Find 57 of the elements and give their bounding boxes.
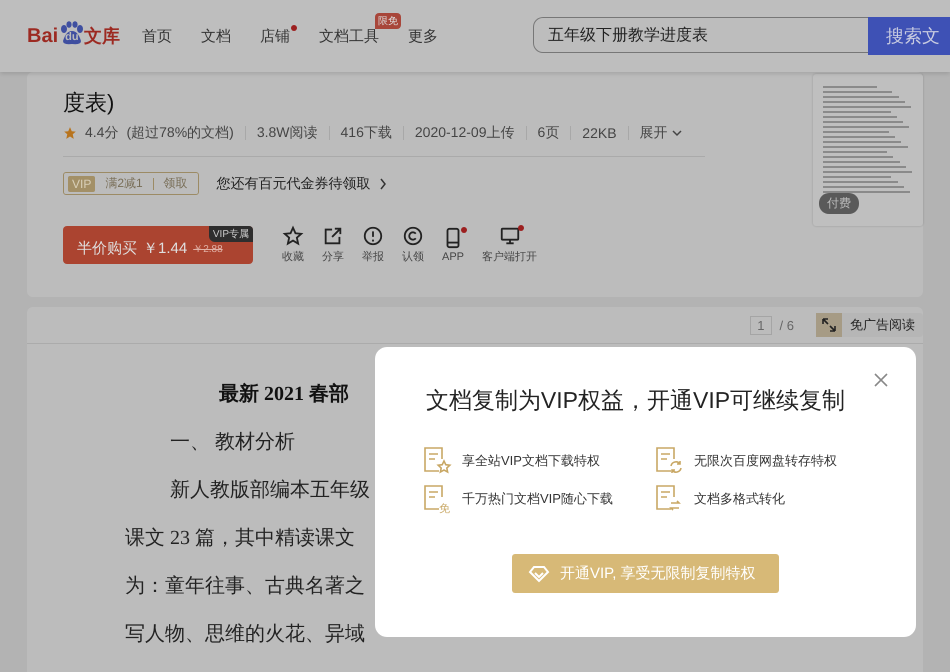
nav-link[interactable]: 首页 <box>142 28 172 44</box>
action-button[interactable]: APP <box>433 226 474 262</box>
action-button[interactable]: 收藏 <box>273 225 313 264</box>
feature-text: 文档多格式转化 <box>694 490 785 508</box>
meta-text: 3.8W阅读 <box>256 124 318 142</box>
monitor-icon <box>498 225 521 247</box>
document-sync-icon <box>654 446 684 476</box>
page-total: / 6 <box>780 318 794 332</box>
share-icon <box>322 225 344 247</box>
chevron-down-icon <box>672 129 682 137</box>
rating-text: 4.4分 <box>85 124 118 142</box>
nav-link[interactable]: 更多 <box>408 28 438 44</box>
action-button[interactable]: 分享 <box>313 225 353 264</box>
document-text: 新人教版部编本五年级 <box>170 478 370 503</box>
document-heading: 最新 2021 春部 <box>219 382 349 407</box>
meta-text: 22KB <box>582 125 617 141</box>
search-button[interactable]: 搜索文 <box>868 17 950 55</box>
ad-free-button[interactable]: 免广告阅读 <box>816 313 923 337</box>
close-icon[interactable] <box>873 372 889 388</box>
expand-arrows-icon <box>821 317 837 333</box>
feature-text: 千万热门文档VIP随心下载 <box>462 490 613 508</box>
star-icon <box>63 126 77 140</box>
document-title: 度表) <box>63 89 116 117</box>
action-button[interactable]: 客户端打开 <box>473 225 546 264</box>
action-button[interactable]: 举报 <box>353 225 393 264</box>
meta-text: 416下载 <box>340 124 392 142</box>
document-text: 一、 教材分析 <box>170 430 295 455</box>
feature-text: 无限次百度网盘转存特权 <box>694 452 837 470</box>
diamond-icon <box>528 564 550 584</box>
nav-link[interactable]: 文档工具 <box>319 28 379 44</box>
copyright-icon <box>402 225 424 247</box>
buy-button[interactable]: 半价购买 ￥1.44 ￥2.88 VIP专属 <box>63 226 253 264</box>
vip-badge: VIP专属 <box>208 226 253 242</box>
page-thumbnail[interactable]: 付费 <box>813 74 923 226</box>
document-star-icon <box>422 446 452 476</box>
meta-text: 2020-12-09上传 <box>414 124 514 142</box>
coupon-ticket[interactable]: VIP 满2减1 领取 <box>63 172 199 195</box>
nav-link[interactable]: 店铺 <box>260 28 290 44</box>
action-button[interactable]: 认领 <box>393 225 433 264</box>
meta-text: 6页 <box>538 124 560 142</box>
dialog-title: 文档复制为VIP权益，开通VIP可继续复制 <box>424 386 846 415</box>
coupon-link[interactable]: 您还有百元代金券待领取 <box>216 174 371 192</box>
search-field[interactable]: 五年级下册教学进度表 <box>533 17 868 53</box>
paid-badge: 付费 <box>819 193 860 214</box>
promo-badge: 限免 <box>375 12 401 28</box>
feature-text: 享全站VIP文档下载特权 <box>462 452 600 470</box>
document-text: 课文 23 篇，其中精读课文 <box>125 526 355 551</box>
star-icon <box>282 225 304 247</box>
document-text: 为：童年往事、古典名著之 <box>125 574 365 599</box>
expand-button[interactable]: 展开 <box>640 124 682 142</box>
document-text: 写人物、思维的火花、异域 <box>125 622 365 647</box>
nav-link[interactable]: 文档 <box>201 28 231 44</box>
rating-note: (超过78%的文档) <box>126 124 234 142</box>
site-logo[interactable]: Bai du 文库 <box>27 24 142 48</box>
chevron-right-icon <box>378 178 387 190</box>
page-number-field[interactable]: 1 <box>750 316 772 334</box>
exclamation-icon <box>362 225 384 247</box>
